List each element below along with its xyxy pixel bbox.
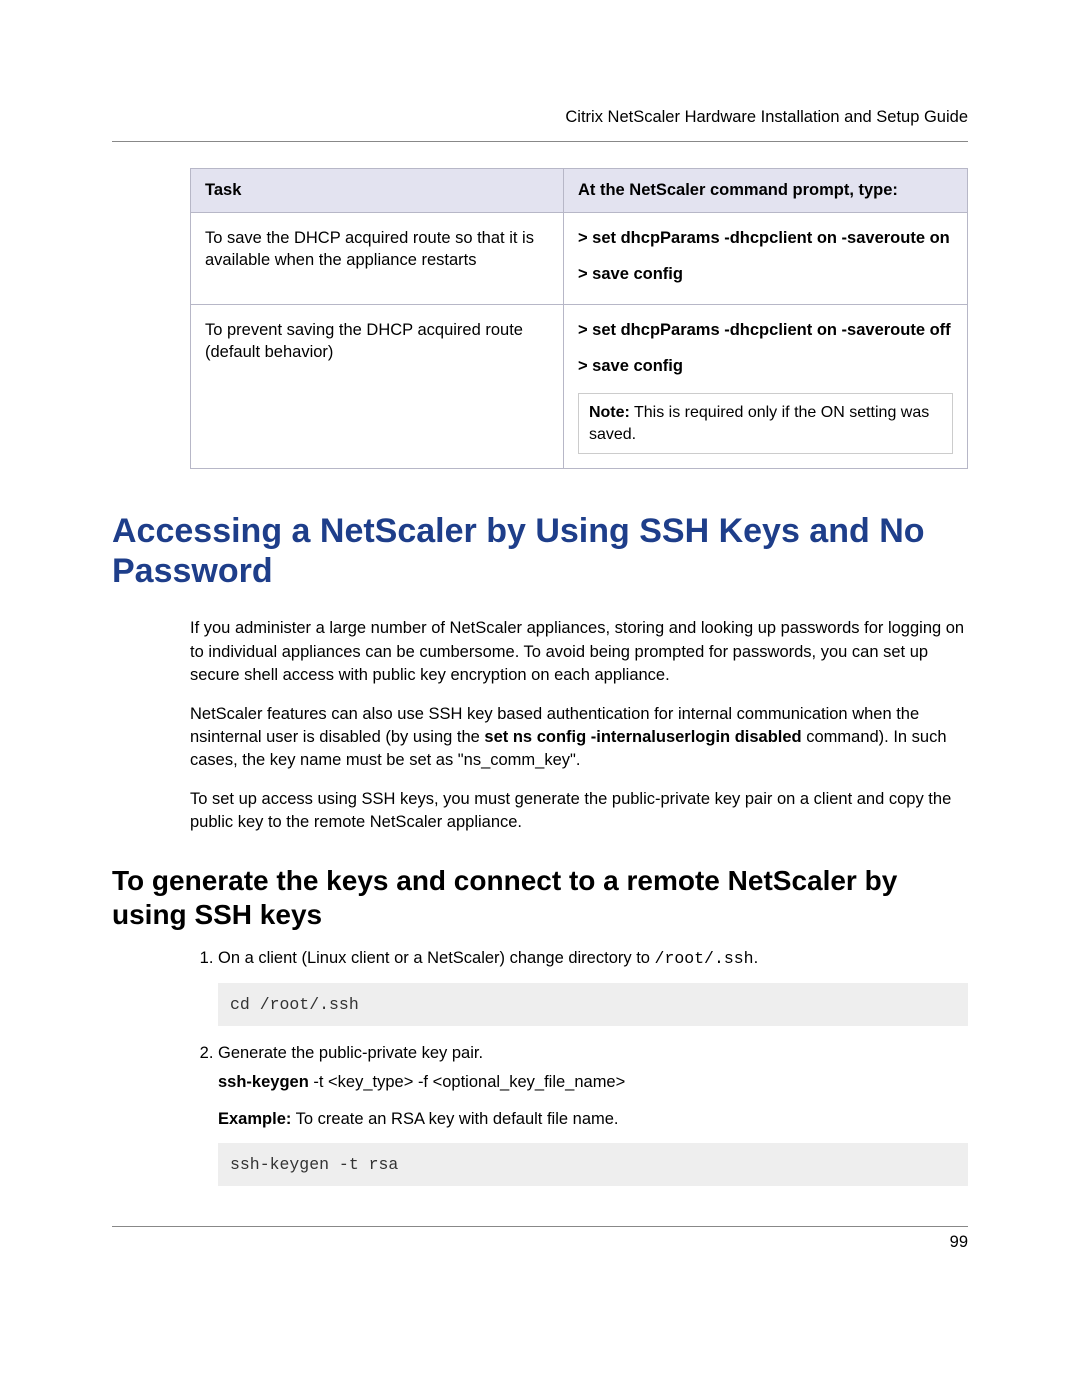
step-item: On a client (Linux client or a NetScaler… [218, 947, 968, 1025]
paragraph: If you administer a large number of NetS… [190, 617, 968, 686]
table-header-task: Task [191, 169, 564, 213]
code-block: cd /root/.ssh [218, 983, 968, 1026]
note-text: This is required only if the ON setting … [589, 404, 929, 443]
command-cell: > set dhcpParams -dhcpclient on -saverou… [563, 213, 967, 305]
task-cell: To save the DHCP acquired route so that … [191, 213, 564, 305]
table-row: To prevent saving the DHCP acquired rout… [191, 304, 968, 469]
running-header: Citrix NetScaler Hardware Installation a… [112, 108, 968, 127]
step-text: . [754, 949, 759, 967]
command-line: > save config [578, 263, 953, 285]
command-cell: > set dhcpParams -dhcpclient on -saverou… [563, 304, 967, 469]
command-table: Task At the NetScaler command prompt, ty… [190, 168, 968, 469]
header-rule [112, 141, 968, 142]
code-block: ssh-keygen -t rsa [218, 1143, 968, 1186]
note-label: Note: [589, 404, 630, 421]
inline-command: set ns config -internaluserlogin disable… [484, 728, 801, 746]
table-header-prompt: At the NetScaler command prompt, type: [563, 169, 967, 213]
paragraph: NetScaler features can also use SSH key … [190, 703, 968, 772]
task-cell: To prevent saving the DHCP acquired rout… [191, 304, 564, 469]
step-text: On a client (Linux client or a NetScaler… [218, 949, 655, 967]
command-line: > save config [578, 355, 953, 377]
subsection-heading: To generate the keys and connect to a re… [112, 864, 968, 931]
command-line: > set dhcpParams -dhcpclient on -saverou… [578, 227, 953, 249]
document-page: Citrix NetScaler Hardware Installation a… [0, 0, 1080, 1397]
note-box: Note: This is required only if the ON se… [578, 393, 953, 454]
footer-rule [112, 1226, 968, 1227]
example-text: To create an RSA key with default file n… [291, 1110, 618, 1128]
step-example: Example: To create an RSA key with defau… [218, 1108, 968, 1131]
table-wrapper: Task At the NetScaler command prompt, ty… [190, 168, 968, 469]
command-name: ssh-keygen [218, 1073, 309, 1091]
step-item: Generate the public-private key pair. ss… [218, 1042, 968, 1186]
step-command: ssh-keygen -t <key_type> -f <optional_ke… [218, 1071, 968, 1094]
command-args: -t <key_type> -f <optional_key_file_name… [309, 1073, 625, 1091]
section-body: If you administer a large number of NetS… [190, 617, 968, 834]
page-number: 99 [112, 1233, 968, 1252]
step-text: Generate the public-private key pair. [218, 1044, 483, 1062]
inline-code: /root/.ssh [655, 949, 754, 968]
example-label: Example: [218, 1110, 291, 1128]
paragraph: To set up access using SSH keys, you mus… [190, 788, 968, 834]
steps-wrapper: On a client (Linux client or a NetScaler… [190, 947, 968, 1186]
table-row: To save the DHCP acquired route so that … [191, 213, 968, 305]
section-heading: Accessing a NetScaler by Using SSH Keys … [112, 511, 968, 591]
command-line: > set dhcpParams -dhcpclient on -saverou… [578, 319, 953, 341]
ordered-steps: On a client (Linux client or a NetScaler… [190, 947, 968, 1186]
